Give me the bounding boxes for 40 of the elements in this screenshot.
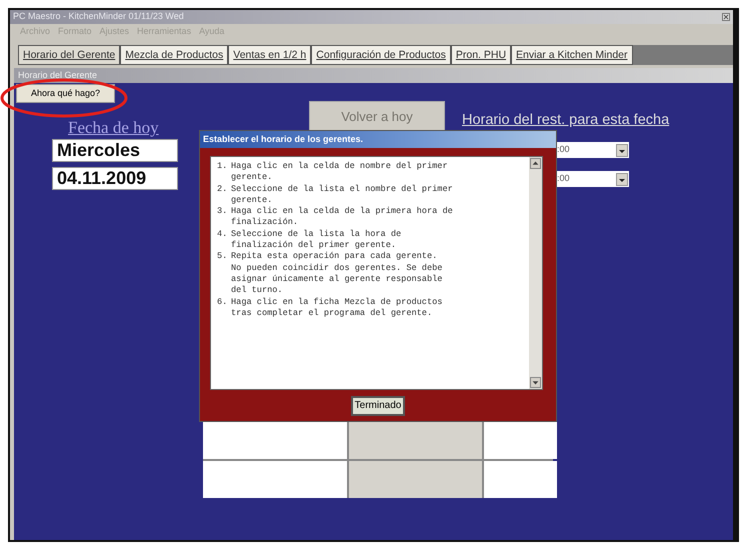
section-title: Horario del Gerente [14,68,733,83]
step-number: 5. [217,251,228,264]
date-field: 04.11.2009 [52,167,178,190]
grid-cell[interactable] [484,422,557,459]
done-button[interactable]: Terminado [350,396,406,416]
dropdown[interactable]: :00 [555,171,629,187]
dropdown[interactable]: :00 [555,142,629,158]
schedule-label: Horario del rest. para esta fecha [462,111,670,130]
step-number: 4. [217,228,228,241]
step-text: Seleccione de la lista el nombre del primer gerente. [231,184,453,206]
grid-cell[interactable] [203,422,347,459]
tab[interactable]: Pron. PHU [450,45,512,65]
step-number: 2. [217,184,228,196]
help-button[interactable]: Ahora qué hago? [16,84,115,103]
window-title: PC Maestro - KitchenMinder 01/11/23 Wed [13,10,184,24]
dialog-title: Establecer el horario de los gerentes. [200,131,556,148]
step-text: Haga clic en la ficha Mezcla de productos tras completar el programa del gerente. [231,296,442,320]
step-number: 3. [217,206,228,218]
step-text: Seleccione de la lista la hora de finalización del primer gerente. [231,228,402,252]
tab[interactable]: Configuración de Productos [311,45,451,65]
grid-cell[interactable] [349,422,482,459]
tab[interactable]: Enviar a Kitchen Minder [511,45,633,65]
close-icon[interactable] [722,13,730,21]
scrollbar[interactable] [529,157,542,389]
step-text: Haga clic en la celda de la primera hora de finalización. [231,206,453,229]
tab[interactable]: Mezcla de Productos [120,45,228,65]
step-text: Repita esta operación para cada gerente. No pueden coincidir dos gerentes. Se debe asignar únicamente al gerente responsable del turno. [231,251,442,297]
day-field: Miercoles [52,139,178,162]
instructions-textbox[interactable] [210,156,543,390]
scroll-up-icon[interactable] [530,158,541,169]
tab[interactable]: Ventas en 1/2 h [228,45,312,65]
grid-cell[interactable] [349,461,482,498]
step-text: Haga clic en la celda de nombre del primer gerente. [231,161,448,184]
date-label: Fecha de hoy [68,117,159,139]
step-number: 6. [217,296,228,309]
grid-cell[interactable] [484,461,557,498]
grid-cell[interactable] [203,461,347,498]
tab[interactable]: Horario del Gerente [18,45,120,65]
step-number: 1. [217,161,228,173]
scroll-down-icon[interactable] [530,377,541,388]
